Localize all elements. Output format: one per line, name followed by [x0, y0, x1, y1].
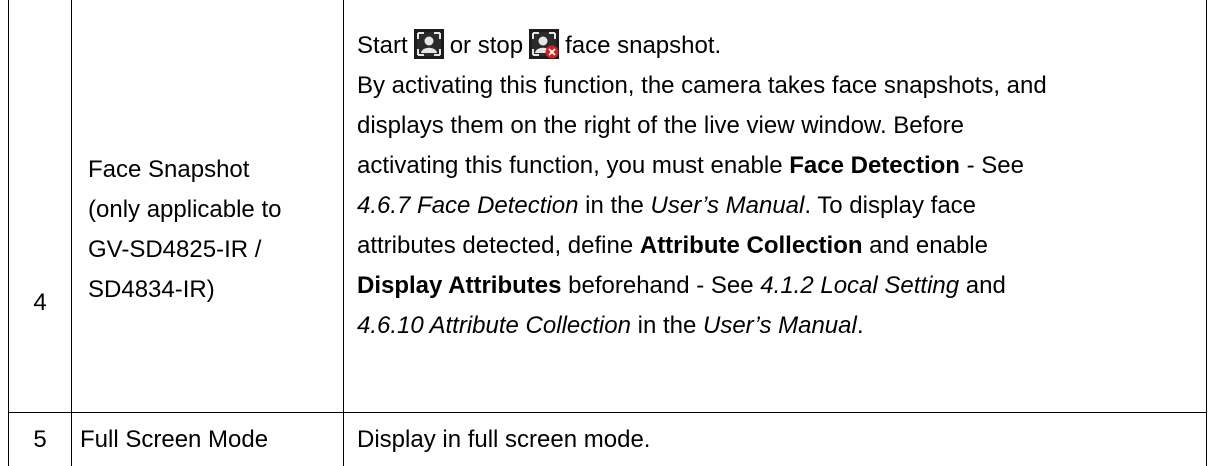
- desc-text: face snapshot.: [565, 32, 722, 59]
- manual-reference: User’s Manual: [650, 192, 805, 219]
- feature-line: GV-SD4825-IR /: [88, 236, 262, 263]
- desc-text: in the: [630, 312, 703, 339]
- desc-text: Start: [357, 32, 408, 59]
- desc-text: beforehand - See: [561, 272, 761, 299]
- attribute-collection-term: Attribute Collection: [639, 232, 863, 259]
- table-divider-col2: [343, 0, 344, 466]
- desc-line: 4.6.10 Attribute Collection in the User’…: [357, 306, 1202, 346]
- desc-line: 4.6.7 Face Detection in the User’s Manua…: [357, 186, 1202, 226]
- feature-description: Display in full screen mode.: [357, 420, 1202, 460]
- face-snapshot-stop-icon: [529, 29, 560, 59]
- desc-line: displays them on the right of the live v…: [357, 112, 964, 139]
- desc-text: in the: [578, 192, 651, 219]
- desc-text: or stop: [449, 32, 524, 59]
- desc-text: attributes detected, define: [357, 232, 640, 259]
- desc-line: activating this function, you must enabl…: [357, 146, 1202, 186]
- desc-line: attributes detected, define Attribute Co…: [357, 226, 1202, 266]
- desc-text: activating this function, you must enabl…: [357, 152, 790, 179]
- desc-text: and enable: [862, 232, 988, 259]
- desc-text: and: [959, 272, 1006, 299]
- display-attributes-term: Display Attributes: [357, 272, 562, 299]
- feature-description: Start or stop face snapshot. By activati…: [357, 26, 1202, 346]
- section-reference: 4.6.10 Attribute Collection: [357, 312, 631, 339]
- feature-name: Face Snapshot (only applicable to GV-SD4…: [88, 150, 338, 310]
- manual-reference: User’s Manual: [702, 312, 857, 339]
- feature-line: (only applicable to: [88, 196, 282, 223]
- feature-name: Full Screen Mode: [80, 420, 340, 460]
- table-border-left: [8, 0, 9, 466]
- feature-line: Face Snapshot: [88, 156, 250, 183]
- row-number: 4: [33, 289, 47, 316]
- feature-line: Full Screen Mode: [80, 426, 269, 453]
- table-border-right: [1206, 0, 1207, 466]
- desc-line: Display in full screen mode.: [357, 426, 651, 453]
- section-reference: 4.6.7 Face Detection: [357, 192, 579, 219]
- desc-line: By activating this function, the camera …: [357, 72, 1047, 99]
- desc-line: Display Attributes beforehand - See 4.1.…: [357, 266, 1202, 306]
- face-snapshot-start-icon: [413, 29, 444, 59]
- desc-text: .: [856, 312, 864, 339]
- feature-table: 4 Face Snapshot (only applicable to GV-S…: [0, 0, 1215, 466]
- table-row-divider: [8, 412, 1207, 413]
- row-number: 5: [33, 426, 47, 453]
- start-stop-line: Start or stop face snapshot.: [357, 26, 1202, 66]
- table-divider-col1: [71, 0, 72, 466]
- desc-text: . To display face: [804, 192, 977, 219]
- feature-line: SD4834-IR): [88, 276, 215, 303]
- face-detection-term: Face Detection: [789, 152, 960, 179]
- desc-text: - See: [959, 152, 1024, 179]
- section-reference: 4.1.2 Local Setting: [760, 272, 960, 299]
